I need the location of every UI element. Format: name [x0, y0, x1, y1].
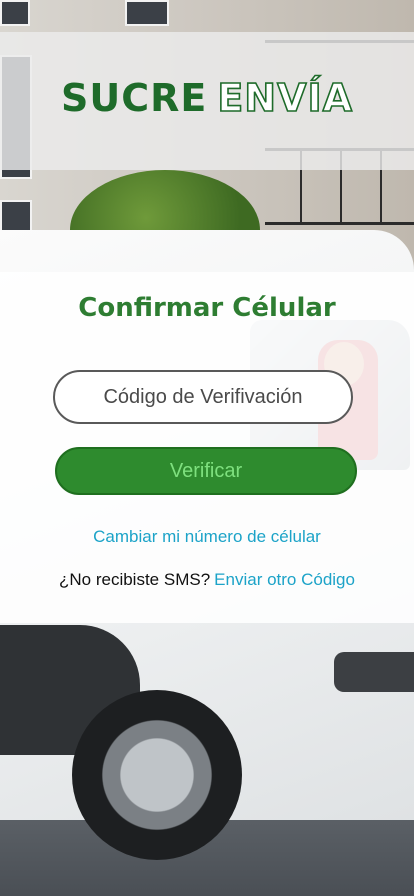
sms-prompt-text: ¿No recibiste SMS? — [59, 570, 211, 589]
balcony-rail — [265, 222, 414, 225]
van-wheel — [72, 690, 242, 860]
van-door-handle — [334, 652, 414, 692]
header-band: SUCRE ENVÍA — [0, 32, 414, 170]
building-window — [0, 0, 30, 26]
resend-sms-line: ¿No recibiste SMS? Enviar otro Código — [0, 570, 414, 590]
logo-text-sucre: SUCRE — [60, 76, 208, 120]
verify-button[interactable]: Verificar — [55, 447, 357, 495]
page-title: Confirmar Célular — [78, 293, 336, 323]
building-window — [125, 0, 169, 26]
change-number-link[interactable]: Cambiar mi número de célular — [0, 527, 414, 547]
resend-code-link[interactable]: Enviar otro Código — [214, 570, 355, 589]
app-logo: SUCRE ENVÍA — [60, 75, 354, 121]
verification-code-input[interactable] — [53, 370, 353, 424]
logo-text-envia: ENVÍA — [217, 75, 354, 121]
